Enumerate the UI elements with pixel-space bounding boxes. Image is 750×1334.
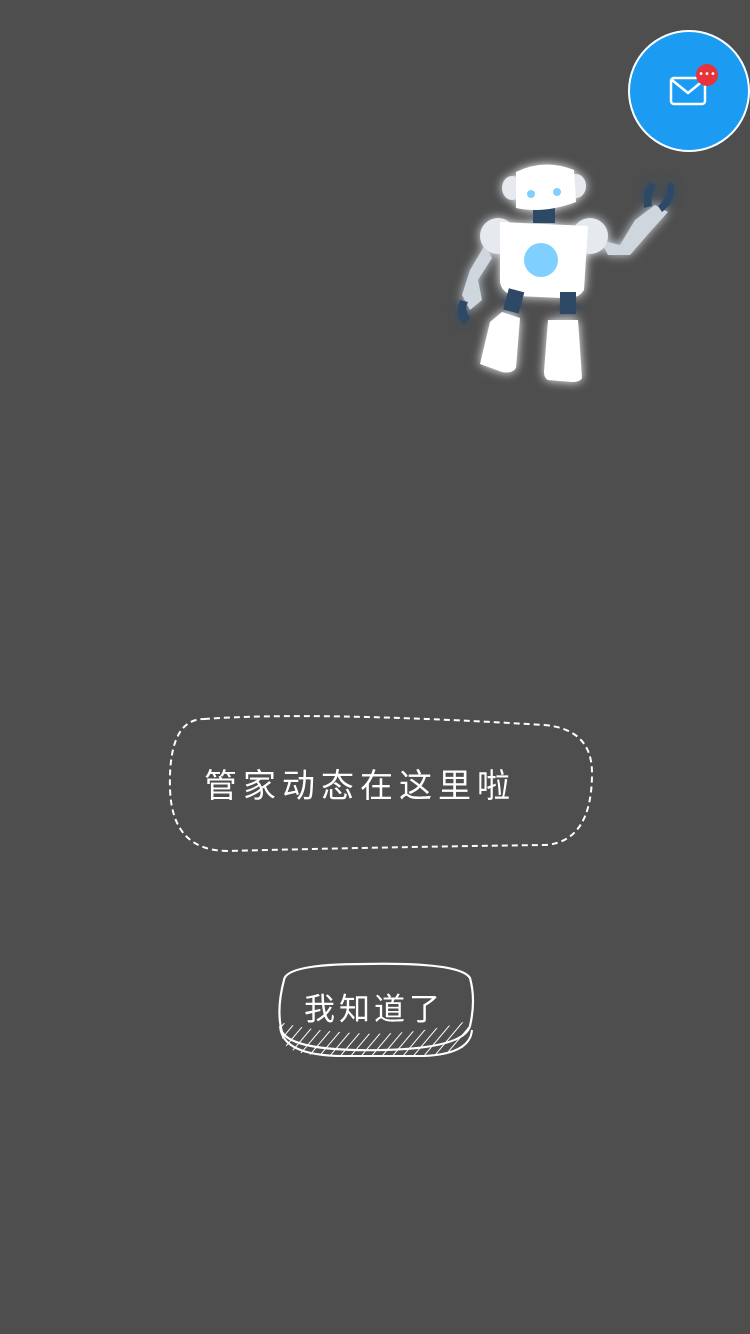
- tip-text: 管家动态在这里啦: [204, 766, 516, 805]
- confirm-button-label: 我知道了: [304, 992, 444, 1028]
- tip-bubble: 管家动态在这里啦: [164, 713, 596, 853]
- guide-overlay: ••• 管家动态在这里啦 我知道了: [0, 0, 750, 1334]
- confirm-button[interactable]: 我知道了: [274, 960, 478, 1060]
- robot-mascot-illustration: [457, 164, 675, 382]
- notification-badge: •••: [696, 64, 718, 86]
- message-button[interactable]: •••: [628, 30, 750, 152]
